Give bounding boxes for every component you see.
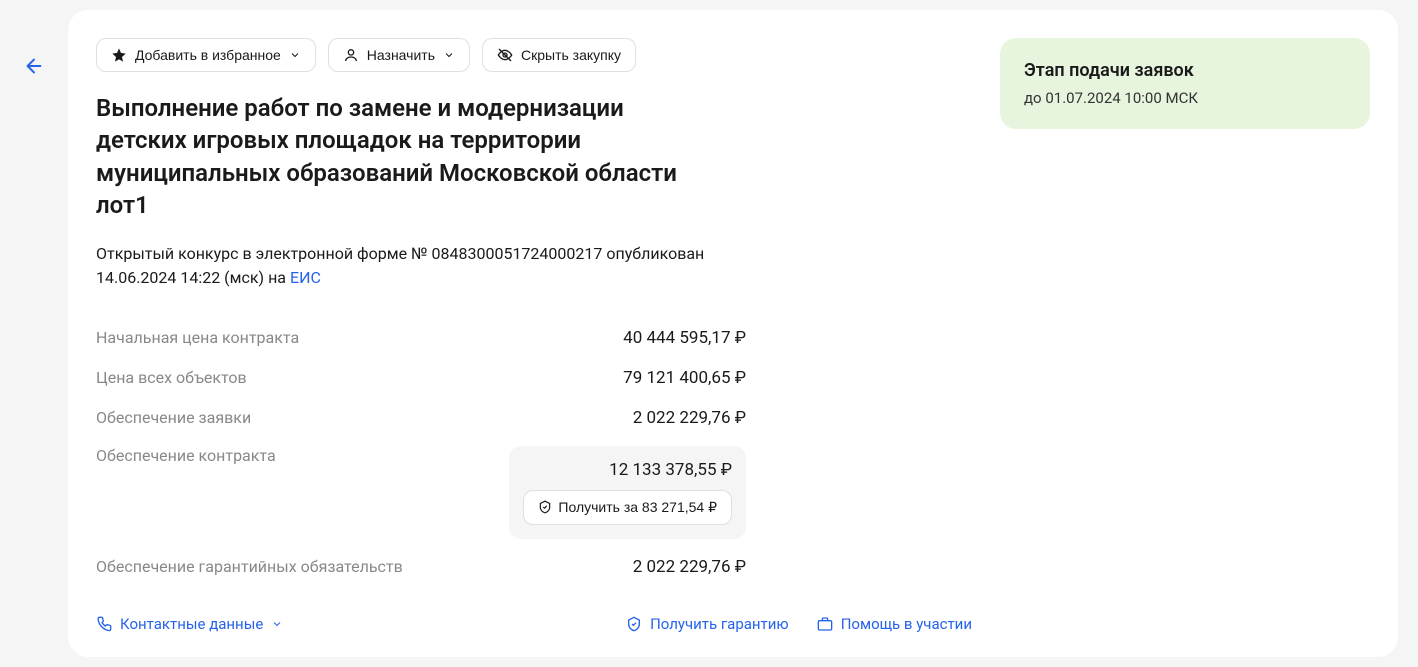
- eis-link[interactable]: ЕИС: [290, 268, 321, 287]
- assign-label: Назначить: [367, 47, 435, 63]
- price-label: Обеспечение заявки: [96, 408, 251, 427]
- shield-check-icon: [538, 500, 552, 514]
- star-icon: [111, 47, 127, 63]
- price-row-all-objects: Цена всех объектов 79 121 400,65 ₽: [96, 358, 746, 398]
- price-label: Цена всех объектов: [96, 368, 247, 387]
- subtitle-text: Открытый конкурс в электронной форме № 0…: [96, 244, 704, 287]
- guarantee-label: Получить гарантию: [650, 615, 789, 633]
- status-title: Этап подачи заявок: [1024, 60, 1346, 81]
- assign-button[interactable]: Назначить: [328, 38, 470, 72]
- price-value: 2 022 229,76 ₽: [633, 408, 746, 428]
- briefcase-icon: [817, 616, 833, 632]
- price-row-application: Обеспечение заявки 2 022 229,76 ₽: [96, 398, 746, 438]
- footer-right: Получить гарантию Помощь в участии: [626, 615, 972, 633]
- price-value: 79 121 400,65 ₽: [623, 368, 746, 388]
- procurement-card: Добавить в избранное Назначить: [68, 10, 1398, 657]
- phone-icon: [96, 616, 112, 632]
- price-row-contract: Обеспечение контракта 12 133 378,55 ₽ По…: [96, 438, 746, 547]
- status-panel: Этап подачи заявок до 01.07.2024 10:00 М…: [1000, 38, 1370, 129]
- procurement-title: Выполнение работ по замене и модернизаци…: [96, 92, 716, 222]
- hide-button[interactable]: Скрыть закупку: [482, 38, 636, 72]
- price-row-warranty: Обеспечение гарантийных обязательств 2 0…: [96, 547, 746, 587]
- get-guarantee-button[interactable]: Получить за 83 271,54 ₽: [523, 490, 732, 525]
- help-label: Помощь в участии: [841, 615, 972, 633]
- price-value: 40 444 595,17 ₽: [623, 328, 746, 348]
- hide-label: Скрыть закупку: [521, 47, 621, 63]
- status-deadline: до 01.07.2024 10:00 МСК: [1024, 89, 1346, 107]
- back-arrow[interactable]: [0, 10, 48, 77]
- price-value: 2 022 229,76 ₽: [633, 557, 746, 577]
- get-guarantee-link[interactable]: Получить гарантию: [626, 615, 789, 633]
- contact-label: Контактные данные: [120, 615, 263, 633]
- add-favorite-button[interactable]: Добавить в избранное: [96, 38, 316, 72]
- price-list: Начальная цена контракта 40 444 595,17 ₽…: [96, 318, 746, 587]
- footer-row: Контактные данные Получить гарантию: [96, 615, 972, 633]
- contract-highlight-box: 12 133 378,55 ₽ Получить за 83 271,54 ₽: [509, 446, 746, 539]
- chevron-down-icon: [443, 49, 455, 61]
- eye-off-icon: [497, 47, 513, 63]
- get-guarantee-label: Получить за 83 271,54 ₽: [558, 499, 717, 516]
- toolbar: Добавить в избранное Назначить: [96, 38, 972, 72]
- chevron-down-icon: [289, 49, 301, 61]
- contact-link[interactable]: Контактные данные: [96, 615, 283, 633]
- person-icon: [343, 47, 359, 63]
- help-link[interactable]: Помощь в участии: [817, 615, 972, 633]
- add-favorite-label: Добавить в избранное: [135, 47, 281, 63]
- price-row-initial: Начальная цена контракта 40 444 595,17 ₽: [96, 318, 746, 358]
- price-value: 12 133 378,55 ₽: [609, 460, 732, 480]
- chevron-down-icon: [271, 618, 283, 630]
- price-label: Обеспечение контракта: [96, 446, 276, 465]
- main-content: Добавить в избранное Назначить: [96, 38, 972, 633]
- procurement-subtitle: Открытый конкурс в электронной форме № 0…: [96, 242, 716, 290]
- price-label: Начальная цена контракта: [96, 328, 299, 347]
- shield-icon: [626, 616, 642, 632]
- price-label: Обеспечение гарантийных обязательств: [96, 557, 403, 576]
